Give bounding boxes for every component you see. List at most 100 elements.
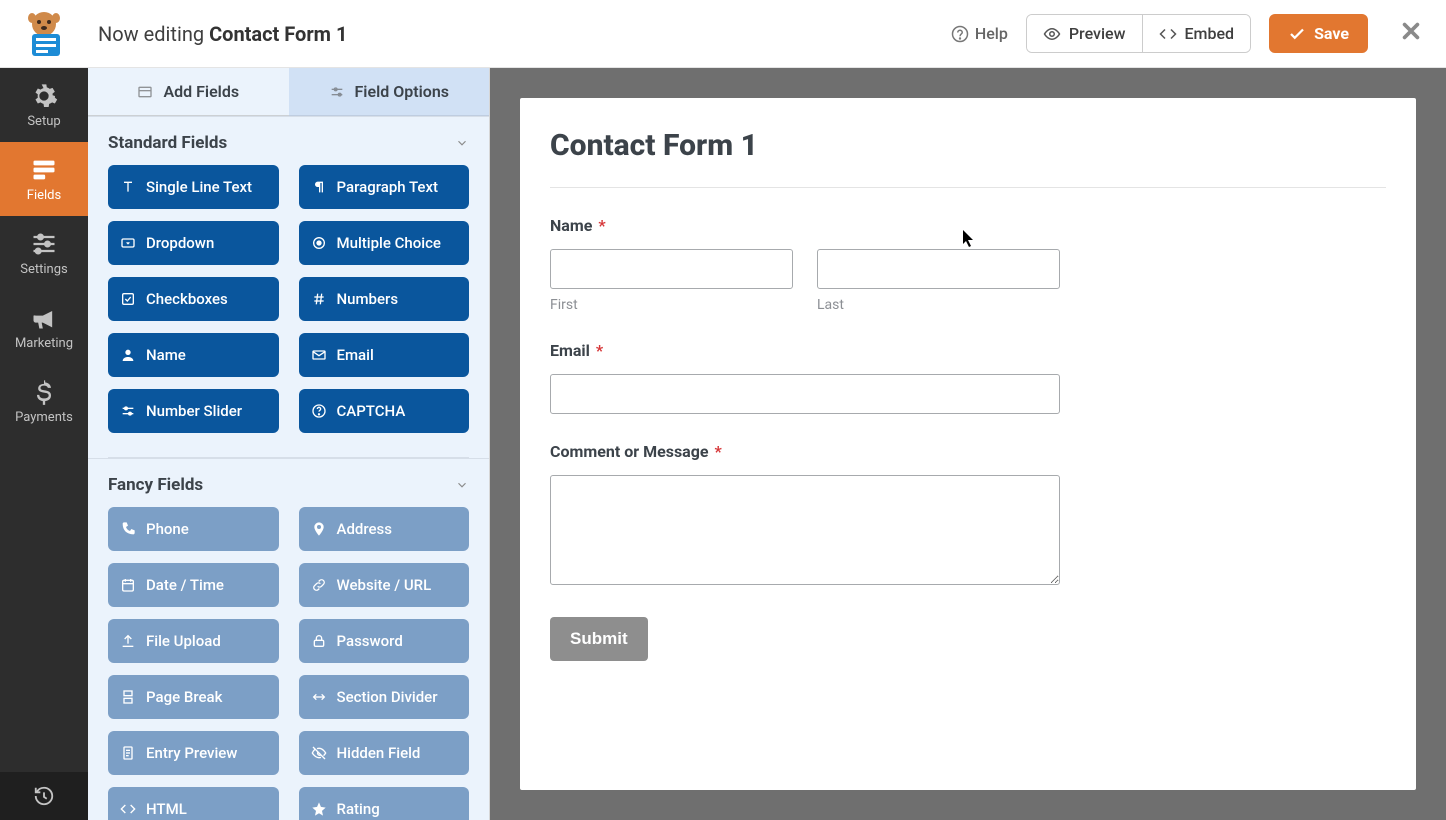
required-mark: *: [598, 216, 605, 235]
field-phone[interactable]: Phone: [108, 507, 279, 551]
field-name[interactable]: Name: [108, 333, 279, 377]
form-title: Contact Form 1: [550, 128, 1386, 187]
field-hidden-field[interactable]: Hidden Field: [299, 731, 470, 775]
field-captcha[interactable]: CAPTCHA: [299, 389, 470, 433]
nav-payments[interactable]: Payments: [0, 364, 88, 438]
first-name-input[interactable]: [550, 249, 793, 289]
section-standard-fields: Standard Fields Single Line Text Paragra…: [88, 116, 489, 451]
label-message: Comment or Message *: [550, 442, 1060, 461]
field-label: Email: [337, 346, 374, 364]
submit-label: Submit: [570, 629, 628, 649]
field-label: Paragraph Text: [337, 178, 439, 196]
nav-fields[interactable]: Fields: [0, 142, 88, 216]
page-break-icon: [120, 689, 136, 705]
field-section-divider[interactable]: Section Divider: [299, 675, 470, 719]
topbar: Now editing Contact Form 1 Help Preview …: [0, 0, 1446, 68]
tab-add-fields-label: Add Fields: [163, 82, 239, 101]
nav-marketing[interactable]: Marketing: [0, 290, 88, 364]
field-label: Password: [337, 632, 403, 650]
canvas-wrap: Contact Form 1 Name * First Last: [490, 68, 1446, 820]
field-label: Date / Time: [146, 576, 224, 594]
field-website-url[interactable]: Website / URL: [299, 563, 470, 607]
field-label: Entry Preview: [146, 744, 237, 762]
section-fancy-header[interactable]: Fancy Fields: [108, 475, 469, 495]
tab-field-options-label: Field Options: [355, 82, 449, 101]
submit-button[interactable]: Submit: [550, 617, 648, 661]
close-builder-button[interactable]: [1394, 13, 1428, 55]
field-checkboxes[interactable]: Checkboxes: [108, 277, 279, 321]
label-name-text: Name: [550, 216, 592, 235]
nav-rail: Setup Fields Settings Marketing Payments: [0, 68, 88, 820]
field-page-break[interactable]: Page Break: [108, 675, 279, 719]
form-canvas: Contact Form 1 Name * First Last: [520, 98, 1416, 790]
label-name: Name *: [550, 216, 1060, 235]
map-pin-icon: [311, 521, 327, 537]
field-label: Website / URL: [337, 576, 432, 594]
code-icon: [1159, 25, 1177, 43]
form-field-email[interactable]: Email *: [550, 341, 1060, 414]
question-icon: [311, 403, 327, 419]
form-field-message[interactable]: Comment or Message *: [550, 442, 1060, 589]
field-number-slider[interactable]: Number Slider: [108, 389, 279, 433]
field-password[interactable]: Password: [299, 619, 470, 663]
lock-icon: [311, 633, 327, 649]
field-html[interactable]: HTML: [108, 787, 279, 820]
form-field-name[interactable]: Name * First Last: [550, 216, 1060, 313]
nav-setup[interactable]: Setup: [0, 68, 88, 142]
field-label: Address: [337, 520, 393, 538]
document-icon: [120, 745, 136, 761]
tab-add-fields[interactable]: Add Fields: [88, 68, 289, 116]
sliders-icon: [329, 84, 345, 100]
field-paragraph-text[interactable]: Paragraph Text: [299, 165, 470, 209]
wpforms-logo: [20, 10, 68, 58]
tab-field-options[interactable]: Field Options: [289, 68, 490, 116]
field-rating[interactable]: Rating: [299, 787, 470, 820]
last-name-input[interactable]: [817, 249, 1060, 289]
email-input[interactable]: [550, 374, 1060, 414]
field-numbers[interactable]: Numbers: [299, 277, 470, 321]
field-label: Multiple Choice: [337, 234, 441, 252]
embed-button[interactable]: Embed: [1143, 15, 1251, 52]
field-file-upload[interactable]: File Upload: [108, 619, 279, 663]
field-date-time[interactable]: Date / Time: [108, 563, 279, 607]
star-icon: [311, 801, 327, 817]
field-email[interactable]: Email: [299, 333, 470, 377]
field-label: Phone: [146, 520, 189, 538]
message-textarea[interactable]: [550, 475, 1060, 585]
field-single-line-text[interactable]: Single Line Text: [108, 165, 279, 209]
nav-settings[interactable]: Settings: [0, 216, 88, 290]
eye-icon: [1043, 25, 1061, 43]
help-label: Help: [975, 24, 1008, 43]
window-icon: [137, 84, 153, 100]
name-col-last: Last: [817, 249, 1060, 313]
side-panel: Add Fields Field Options Standard Fields…: [88, 68, 490, 820]
now-editing-label: Now editing Contact Form 1: [98, 22, 951, 46]
close-icon: [1400, 20, 1422, 42]
save-button[interactable]: Save: [1269, 14, 1368, 53]
section-fancy-fields: Fancy Fields Phone Address Date / Time W…: [88, 458, 489, 820]
section-standard-title: Standard Fields: [108, 133, 227, 153]
field-dropdown[interactable]: Dropdown: [108, 221, 279, 265]
code-icon: [120, 801, 136, 817]
field-label: HTML: [146, 800, 187, 818]
gear-icon: [30, 82, 58, 110]
upload-icon: [120, 633, 136, 649]
field-label: Checkboxes: [146, 290, 228, 308]
envelope-icon: [311, 347, 327, 363]
preview-button[interactable]: Preview: [1027, 15, 1143, 52]
required-mark: *: [596, 341, 603, 360]
nav-revisions[interactable]: [0, 772, 88, 820]
sliders-icon: [120, 403, 136, 419]
dollar-icon: [30, 378, 58, 406]
field-entry-preview[interactable]: Entry Preview: [108, 731, 279, 775]
section-standard-header[interactable]: Standard Fields: [108, 133, 469, 153]
panel-tabs: Add Fields Field Options: [88, 68, 489, 116]
help-link[interactable]: Help: [951, 24, 1008, 43]
required-mark: *: [715, 442, 722, 461]
help-icon: [951, 25, 969, 43]
field-address[interactable]: Address: [299, 507, 470, 551]
form-name: Contact Form 1: [209, 22, 347, 46]
field-multiple-choice[interactable]: Multiple Choice: [299, 221, 470, 265]
name-col-first: First: [550, 249, 793, 313]
field-label: Number Slider: [146, 402, 242, 420]
